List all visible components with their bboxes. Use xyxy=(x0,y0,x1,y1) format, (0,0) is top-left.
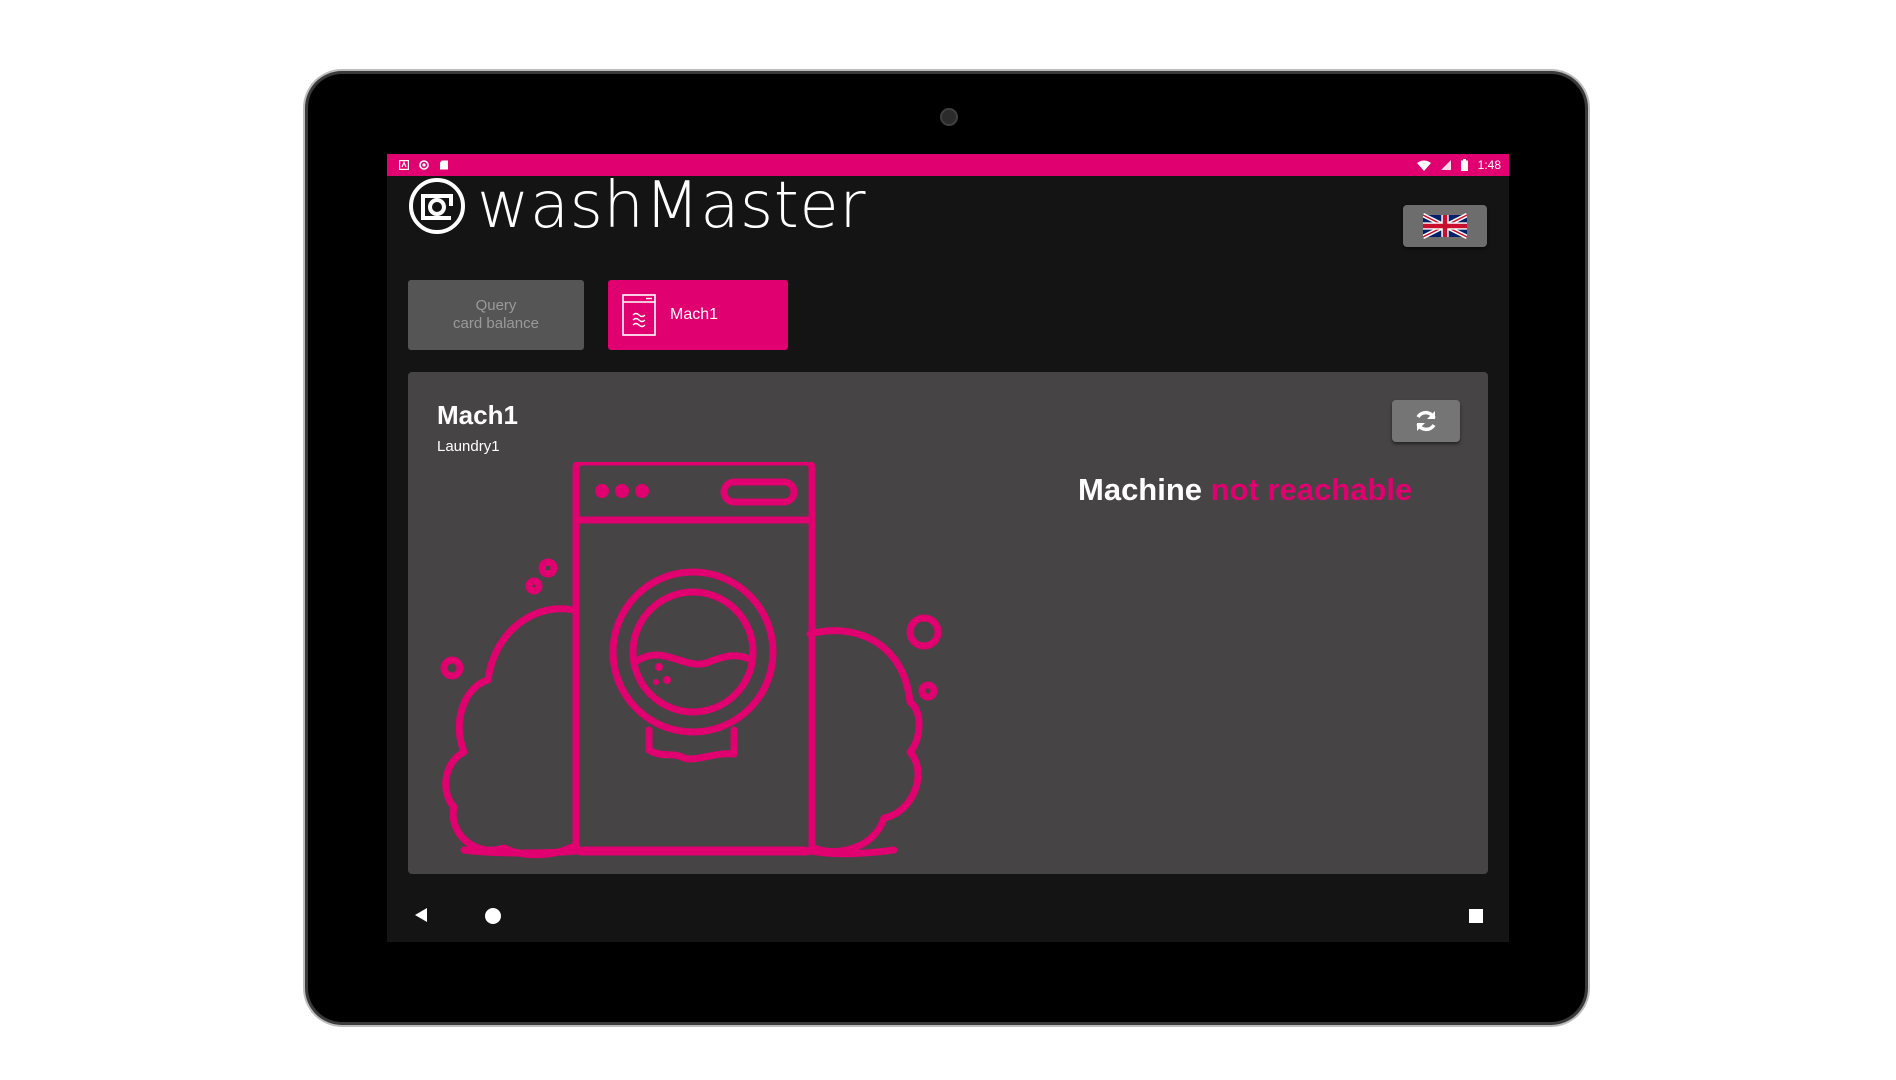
signal-icon xyxy=(1440,160,1451,170)
recent-apps-icon[interactable] xyxy=(1469,909,1483,923)
balance-label-line2: card balance xyxy=(453,315,539,332)
language-button[interactable] xyxy=(1403,205,1487,247)
washing-machine-icon xyxy=(622,294,656,336)
back-icon[interactable] xyxy=(413,907,429,923)
machine-name: Mach1 xyxy=(437,400,518,430)
washing-machine-illustration xyxy=(440,462,942,859)
home-icon[interactable] xyxy=(485,908,501,924)
status-time: 1:48 xyxy=(1477,158,1501,172)
machine-tab-button[interactable]: Mach1 xyxy=(608,280,788,350)
a-icon xyxy=(399,160,409,170)
washmaster-logo: washMaster xyxy=(407,169,867,243)
status-value: not reachable xyxy=(1210,472,1413,507)
tablet-screen: 1:48 washMaster Query card balance Mach1… xyxy=(387,154,1509,942)
machine-detail-panel: Mach1 Laundry1 Machine not reachable xyxy=(408,372,1488,874)
wifi-icon xyxy=(1416,160,1431,171)
sync-circle-icon xyxy=(419,160,429,170)
machine-tab-label: Mach1 xyxy=(670,306,719,323)
tablet-frame: 1:48 washMaster Query card balance Mach1… xyxy=(308,74,1585,1022)
refresh-icon xyxy=(1416,410,1436,432)
status-prefix: Machine xyxy=(1078,472,1203,507)
brand-name: washMaster xyxy=(477,169,867,243)
washmaster-at-icon xyxy=(409,178,465,234)
android-nav-bar xyxy=(387,890,1509,942)
refresh-button[interactable] xyxy=(1392,400,1460,442)
front-camera xyxy=(940,108,958,126)
query-card-balance-button[interactable]: Query card balance xyxy=(408,280,584,350)
machine-location: Laundry1 xyxy=(437,438,500,455)
balance-label-line1: Query xyxy=(475,297,517,314)
battery-icon xyxy=(1460,159,1468,171)
uk-flag-icon xyxy=(1423,213,1467,239)
sd-card-icon xyxy=(440,160,448,170)
machine-status: Machine not reachable xyxy=(1078,472,1412,508)
